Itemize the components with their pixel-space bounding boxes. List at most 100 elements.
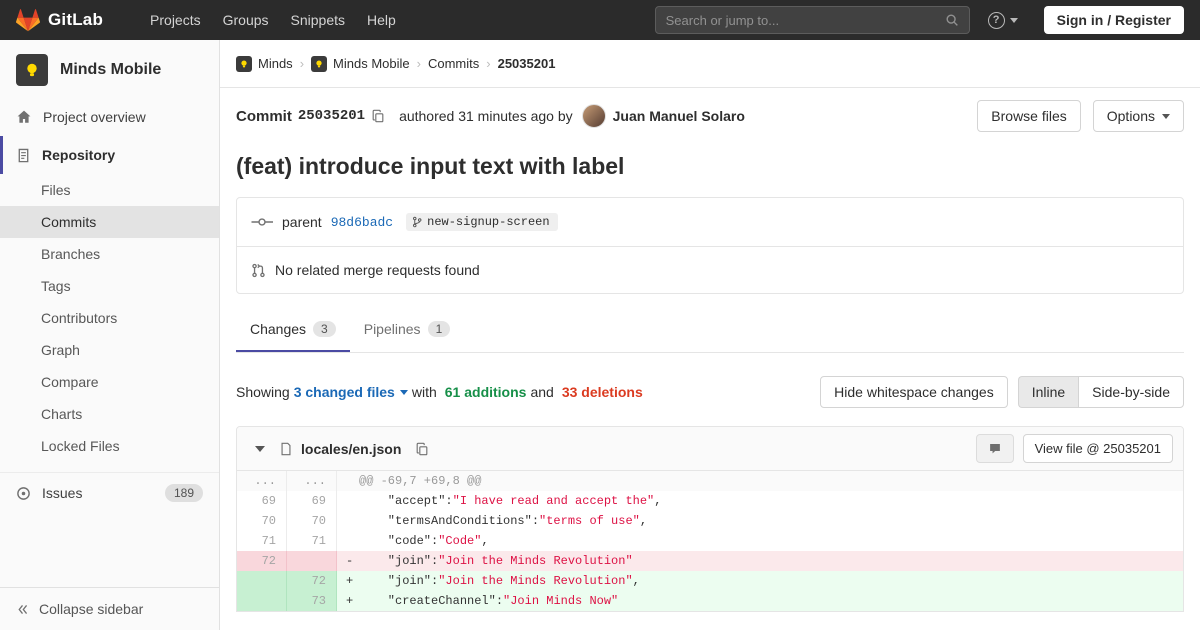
new-line-number[interactable]: 72	[287, 571, 337, 591]
breadcrumb-label: Commits	[428, 56, 479, 71]
sidebar-item-repository[interactable]: Repository	[0, 136, 219, 174]
hide-whitespace-button[interactable]: Hide whitespace changes	[820, 376, 1008, 408]
old-line-number[interactable]	[237, 571, 287, 591]
sign-in-button[interactable]: Sign in / Register	[1044, 6, 1184, 34]
main-content: Minds › Minds Mobile › Commits › 2503520…	[220, 40, 1200, 630]
merge-requests-row: No related merge requests found	[237, 246, 1183, 293]
chevron-down-icon	[1162, 114, 1170, 119]
sidebar-subitem-locked-files[interactable]: Locked Files	[0, 430, 219, 462]
new-line-number[interactable]: 71	[287, 531, 337, 551]
browse-files-button[interactable]: Browse files	[977, 100, 1080, 132]
diff-hunk-row: ... ... @@ -69,7 +69,8 @@	[237, 471, 1183, 491]
pipelines-count-badge: 1	[428, 321, 451, 337]
diff-line-added: 73 + "createChannel":"Join Minds Now"	[237, 591, 1183, 611]
sidebar-subitem-commits[interactable]: Commits	[0, 206, 219, 238]
copy-sha-button[interactable]	[365, 109, 391, 123]
tab-changes[interactable]: Changes 3	[236, 308, 350, 352]
changed-files-dropdown[interactable]: 3 changed files	[294, 384, 408, 400]
old-line-number[interactable]: 70	[237, 511, 287, 531]
question-icon: ?	[988, 12, 1005, 29]
branch-icon	[411, 216, 423, 228]
sidebar-subitem-branches[interactable]: Branches	[0, 238, 219, 270]
nav-snippets[interactable]: Snippets	[280, 2, 356, 38]
sidebar-item-issues[interactable]: Issues 189	[0, 472, 219, 513]
search-input[interactable]	[666, 13, 945, 28]
new-line-number[interactable]: 73	[287, 591, 337, 611]
breadcrumb-commits[interactable]: Commits	[428, 56, 479, 71]
new-line-number[interactable]: 70	[287, 511, 337, 531]
view-file-button[interactable]: View file @ 25035201	[1023, 434, 1173, 463]
collapse-sidebar-button[interactable]: Collapse sidebar	[0, 587, 219, 630]
code-text: - "join":"Join the Minds Revolution"	[337, 551, 1183, 571]
hunk-header-text: @@ -69,7 +69,8 @@	[337, 471, 1183, 491]
branch-name: new-signup-screen	[427, 215, 549, 229]
side-by-side-view-button[interactable]: Side-by-side	[1078, 376, 1184, 408]
gitlab-logo[interactable]: GitLab	[16, 9, 103, 32]
old-line-number[interactable]	[237, 591, 287, 611]
and-text: and	[530, 384, 553, 400]
breadcrumb: Minds › Minds Mobile › Commits › 2503520…	[220, 40, 1200, 88]
sidebar-item-label: Repository	[42, 147, 115, 163]
old-line-number[interactable]: 69	[237, 491, 287, 511]
options-dropdown-button[interactable]: Options	[1093, 100, 1184, 132]
diff-file-name[interactable]: locales/en.json	[301, 441, 401, 457]
code-text: "code":"Code",	[337, 531, 1183, 551]
project-avatar[interactable]	[16, 54, 48, 86]
copy-file-path-button[interactable]	[409, 442, 435, 456]
diff-table: ... ... @@ -69,7 +69,8 @@ 69 69 "accept"…	[237, 471, 1183, 611]
sidebar-item-project-overview[interactable]: Project overview	[0, 98, 219, 136]
parent-sha-link[interactable]: 98d6badc	[331, 215, 393, 230]
home-icon	[16, 109, 32, 125]
primary-nav: Projects Groups Snippets Help	[139, 2, 407, 38]
sidebar-subitem-graph[interactable]: Graph	[0, 334, 219, 366]
diff-file-card: locales/en.json View file @ 25035201	[236, 426, 1184, 612]
authored-text: authored 31 minutes ago by	[399, 108, 573, 124]
tanuki-icon	[16, 9, 40, 32]
changed-files-label: 3 changed files	[294, 384, 395, 400]
breadcrumb-separator: ›	[486, 56, 490, 71]
tab-pipelines[interactable]: Pipelines 1	[350, 308, 465, 352]
brand-text: GitLab	[48, 10, 103, 30]
repository-icon	[16, 148, 31, 163]
new-line-number[interactable]	[287, 551, 337, 571]
breadcrumb-minds[interactable]: Minds	[236, 56, 293, 72]
comment-bubble-icon	[988, 442, 1002, 455]
changes-count-badge: 3	[313, 321, 336, 337]
old-line-number[interactable]: 72	[237, 551, 287, 571]
nav-groups[interactable]: Groups	[212, 2, 280, 38]
search-icon[interactable]	[945, 13, 959, 27]
author-avatar	[582, 104, 606, 128]
project-name[interactable]: Minds Mobile	[60, 61, 161, 79]
merge-request-icon	[251, 263, 266, 278]
sidebar-subitem-contributors[interactable]: Contributors	[0, 302, 219, 334]
old-line-number[interactable]: 71	[237, 531, 287, 551]
sidebar-subitem-charts[interactable]: Charts	[0, 398, 219, 430]
project-header: Minds Mobile	[0, 40, 219, 98]
issues-count-badge: 189	[165, 484, 203, 502]
additions-count: 61 additions	[445, 384, 527, 400]
toggle-comments-button[interactable]	[976, 434, 1014, 463]
commit-icon	[251, 215, 273, 229]
sidebar-item-label: Project overview	[43, 109, 146, 125]
breadcrumb-minds-mobile[interactable]: Minds Mobile	[311, 56, 410, 72]
nav-projects[interactable]: Projects	[139, 2, 212, 38]
old-line-number: ...	[237, 471, 287, 491]
new-line-number[interactable]: 69	[287, 491, 337, 511]
view-mode-segmented-control: Inline Side-by-side	[1018, 376, 1184, 408]
collapse-file-caret-icon[interactable]	[255, 446, 265, 452]
sidebar-subitem-files[interactable]: Files	[0, 174, 219, 206]
branch-ref-pill[interactable]: new-signup-screen	[406, 213, 557, 231]
commit-sha: 25035201	[298, 108, 365, 124]
sidebar-subitem-tags[interactable]: Tags	[0, 270, 219, 302]
author-name[interactable]: Juan Manuel Solaro	[613, 108, 745, 124]
breadcrumb-label: Minds Mobile	[333, 56, 410, 71]
chevron-down-icon	[400, 390, 408, 395]
diff-line-context: 69 69 "accept":"I have read and accept t…	[237, 491, 1183, 511]
diff-line-added: 72 + "join":"Join the Minds Revolution",	[237, 571, 1183, 591]
sidebar-subitem-compare[interactable]: Compare	[0, 366, 219, 398]
breadcrumb-separator: ›	[300, 56, 304, 71]
double-chevron-left-icon	[16, 603, 29, 616]
help-menu[interactable]: ?	[988, 12, 1018, 29]
nav-help[interactable]: Help	[356, 2, 407, 38]
inline-view-button[interactable]: Inline	[1018, 376, 1078, 408]
